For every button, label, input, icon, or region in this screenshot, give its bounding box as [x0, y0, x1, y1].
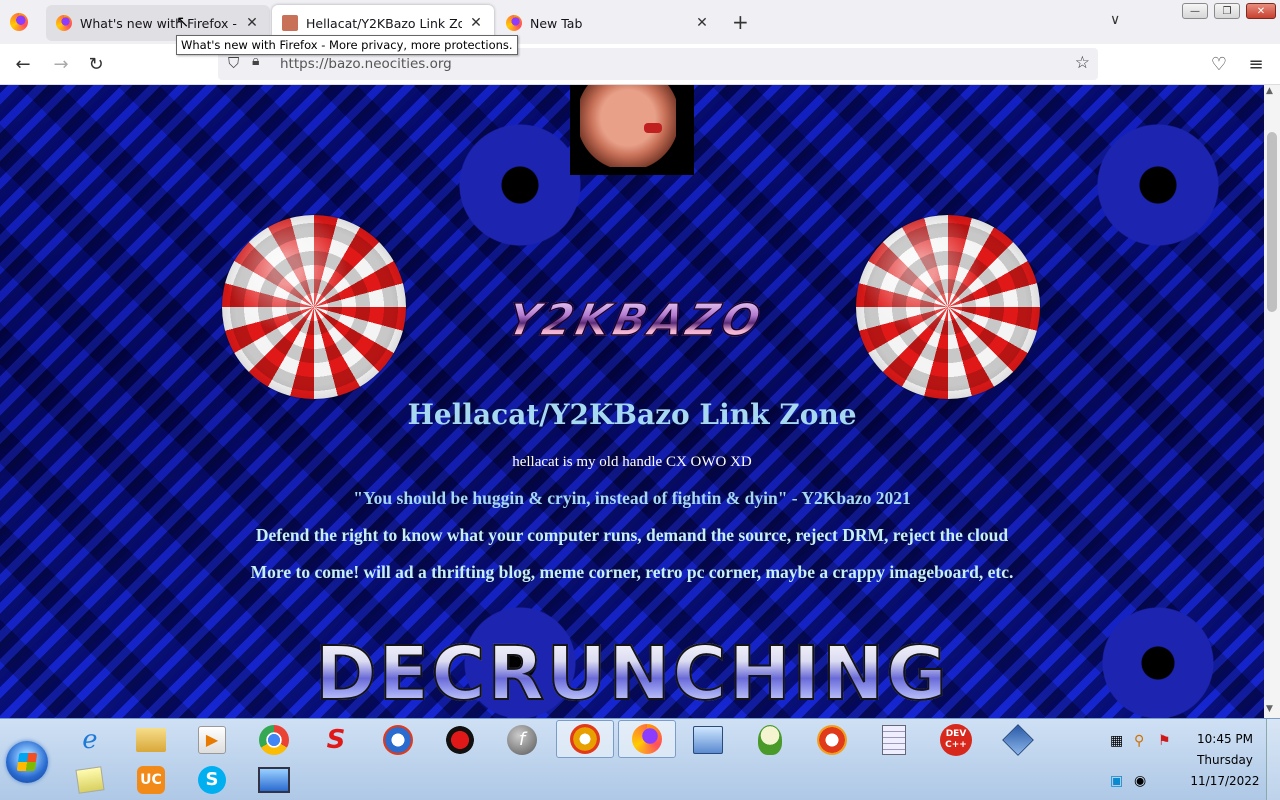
- monitor-tray-icon[interactable]: ▣: [1110, 773, 1123, 789]
- scroll-up-arrow-icon[interactable]: ▲: [1266, 86, 1273, 96]
- flash-icon[interactable]: f: [502, 721, 542, 759]
- hamburger-menu-icon[interactable]: ≡: [1245, 54, 1267, 75]
- mouse-cursor-icon: ↖: [176, 12, 190, 31]
- firefox-favicon-icon: [506, 15, 522, 31]
- y2kbazo-logo: Y2KBAZO: [425, 294, 846, 347]
- remote-desktop-icon[interactable]: [254, 761, 294, 799]
- system-tray: ▦ ⚲ ⚑ ▣ ◉: [1108, 729, 1188, 793]
- url-text[interactable]: https://bazo.neocities.org: [280, 56, 452, 72]
- tab-new-tab[interactable]: New Tab ✕: [496, 5, 720, 41]
- dev-cpp-icon[interactable]: DEV C++: [936, 721, 976, 759]
- clock-time: 10:45 PM: [1197, 732, 1253, 746]
- page-title: Hellacat/Y2KBazo Link Zone: [407, 398, 857, 431]
- scroll-down-arrow-icon[interactable]: ▼: [1266, 704, 1273, 714]
- close-tab-icon[interactable]: ✕: [694, 15, 710, 31]
- show-desktop-button[interactable]: [1266, 719, 1280, 800]
- back-arrow-icon[interactable]: ←: [12, 54, 34, 75]
- windows-logo-icon: [16, 753, 38, 771]
- taskbar: ℯ ▶ S f DEV C++ UC S ▦ ⚲ ⚑ ▣ ◉ 10:45 PM …: [0, 718, 1280, 800]
- sticky-notes-icon[interactable]: [70, 761, 110, 799]
- s-app-icon[interactable]: S: [316, 721, 356, 759]
- intro-line: hellacat is my old handle CX OWO XD: [512, 454, 752, 470]
- pocket-icon[interactable]: ♡: [1208, 54, 1230, 75]
- list-all-tabs-icon[interactable]: ∨: [1110, 12, 1120, 28]
- clock-date: 11/17/2022: [1190, 774, 1260, 788]
- calculator-icon[interactable]: [874, 721, 914, 759]
- volume-tray-icon[interactable]: ◉: [1134, 773, 1146, 789]
- firefox-favicon-icon: [56, 15, 72, 31]
- web-page: Y2KBAZO Hellacat/Y2KBazo Link Zone hella…: [0, 85, 1264, 718]
- clock[interactable]: 10:45 PM Thursday 11/17/2022: [1190, 729, 1260, 792]
- plants-game-icon[interactable]: [750, 721, 790, 759]
- paint-app-icon[interactable]: [556, 720, 614, 758]
- creature-mouth: [644, 123, 662, 133]
- flag-tray-icon[interactable]: ⚑: [1158, 733, 1171, 749]
- lock-icon[interactable]: 🔒︎: [252, 53, 259, 69]
- reload-icon[interactable]: ↻: [85, 54, 107, 75]
- firefox-menu-icon[interactable]: [10, 13, 28, 31]
- minimize-button[interactable]: —: [1182, 3, 1208, 19]
- checkered-ball-right: [856, 215, 1040, 399]
- checkered-ball-left: [222, 215, 406, 399]
- decrunching-banner: DECRUNCHING: [262, 630, 1002, 718]
- tab-tooltip: What's new with Firefox - More privacy, …: [176, 35, 518, 55]
- network-tray-icon[interactable]: ▦: [1110, 733, 1123, 749]
- search-tray-icon[interactable]: ⚲: [1134, 733, 1144, 749]
- p-app-red-icon[interactable]: [812, 721, 852, 759]
- plans-line: More to come! will ad a thrifting blog, …: [250, 562, 1014, 582]
- tab-label: What's new with Firefox - More privacy, …: [80, 15, 238, 31]
- record-icon[interactable]: [440, 721, 480, 759]
- firefox-icon[interactable]: [618, 720, 676, 758]
- tracking-shield-icon[interactable]: ⛉: [228, 54, 239, 72]
- uc-browser-icon[interactable]: UC: [131, 761, 171, 799]
- manifesto-line: Defend the right to know what your compu…: [255, 525, 1009, 545]
- p-app-blue-icon[interactable]: [378, 721, 418, 759]
- pixel-creature-image: [570, 85, 694, 175]
- bookmark-star-icon[interactable]: ☆: [1075, 53, 1090, 73]
- magnifier-app-icon[interactable]: [688, 721, 728, 759]
- virtualbox-icon[interactable]: [998, 721, 1038, 759]
- skype-icon[interactable]: S: [192, 761, 232, 799]
- new-tab-button[interactable]: +: [732, 10, 749, 34]
- file-explorer-icon[interactable]: [131, 721, 171, 759]
- close-tab-icon[interactable]: ✕: [468, 15, 484, 31]
- start-button[interactable]: [6, 741, 48, 783]
- tab-label: Hellacat/Y2KBazo Link Zone: [306, 15, 462, 31]
- media-player-icon[interactable]: ▶: [192, 721, 232, 759]
- scrollbar-thumb[interactable]: [1267, 132, 1277, 312]
- tab-label: New Tab: [530, 15, 583, 31]
- chrome-icon[interactable]: [254, 721, 294, 759]
- window-close-button[interactable]: ✕: [1246, 3, 1276, 19]
- forward-arrow-icon[interactable]: →: [50, 54, 72, 75]
- restore-button[interactable]: ❐: [1214, 3, 1240, 19]
- internet-explorer-icon[interactable]: ℯ: [70, 721, 110, 759]
- clock-day: Thursday: [1197, 753, 1253, 767]
- quote-line: "You should be huggin & cryin, instead o…: [353, 488, 911, 508]
- close-tab-icon[interactable]: ✕: [244, 15, 260, 31]
- site-favicon-icon: [282, 15, 298, 31]
